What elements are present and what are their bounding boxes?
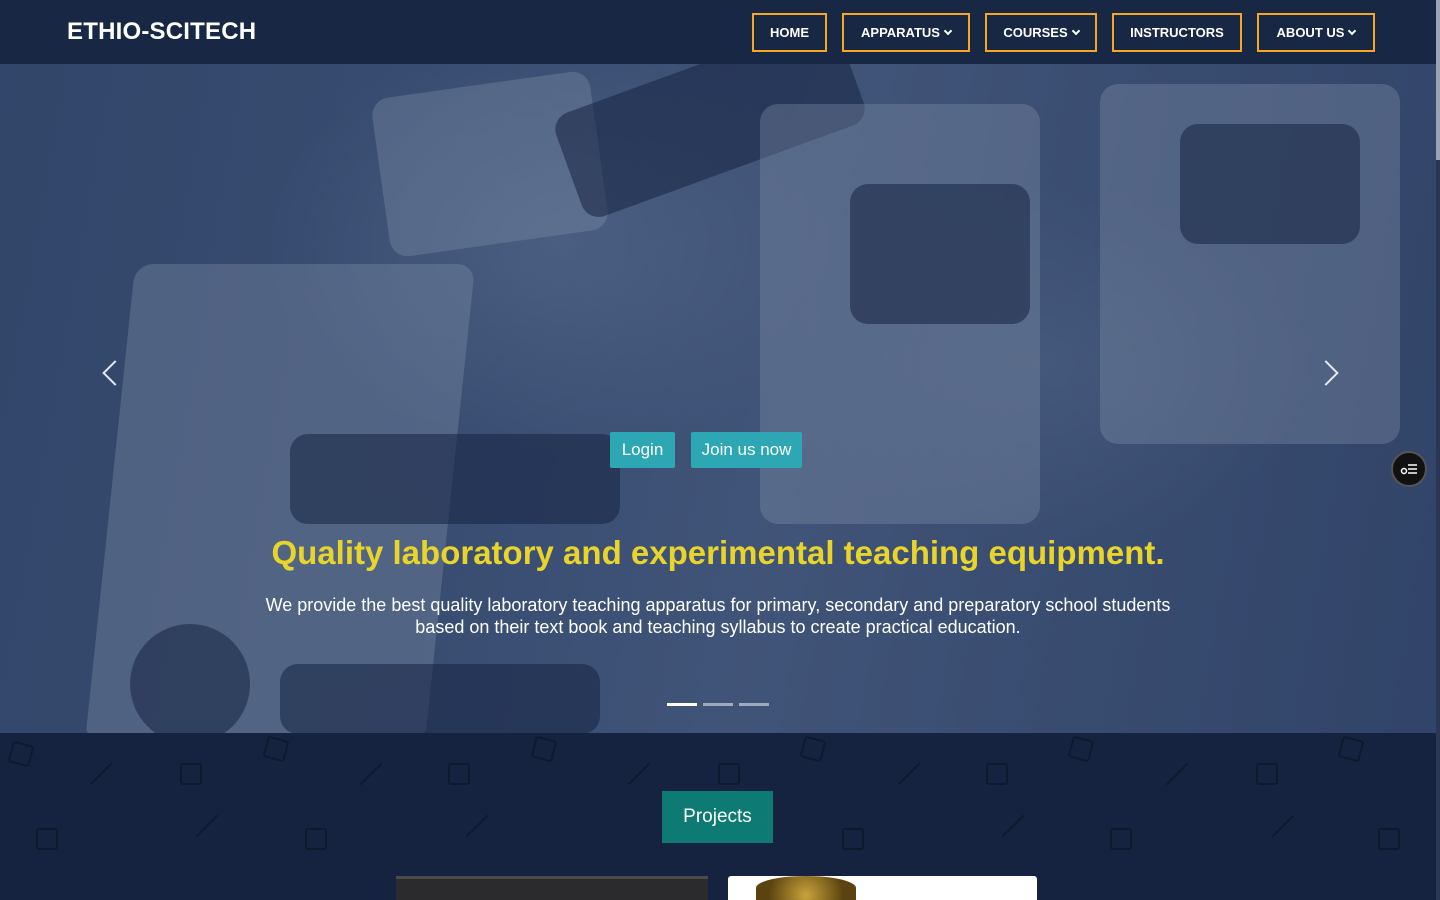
carousel-indicator[interactable]: [667, 703, 697, 706]
projects-button[interactable]: Projects: [662, 791, 773, 843]
carousel-indicator[interactable]: [739, 703, 769, 706]
ruler-icon: [89, 762, 113, 786]
brand-logo[interactable]: ETHIO-SCITECH: [67, 18, 256, 46]
nav-about-button[interactable]: ABOUT US: [1257, 13, 1375, 52]
calculator-icon: [448, 763, 470, 785]
cube-icon: [1378, 828, 1400, 850]
projects-section: Projects: [0, 733, 1436, 900]
nav-apparatus-button[interactable]: APPARATUS: [842, 13, 970, 52]
book-icon: [262, 735, 290, 763]
page-scrollbar[interactable]: [1436, 0, 1440, 900]
login-button[interactable]: Login: [610, 432, 675, 468]
book-icon: [799, 735, 827, 763]
nav-courses-label: COURSES: [1003, 25, 1068, 40]
hero-carousel: Login Join us now Quality laboratory and…: [0, 64, 1436, 733]
scrollbar-thumb[interactable]: [1436, 0, 1440, 160]
nav-apparatus-label: APPARATUS: [861, 25, 940, 40]
carousel-indicator[interactable]: [703, 703, 733, 706]
nav-instructors-label: INSTRUCTORS: [1130, 25, 1224, 40]
calculator-icon: [718, 763, 740, 785]
book-icon: [1337, 735, 1365, 763]
ruler-icon: [627, 762, 651, 786]
project-card[interactable]: [728, 876, 1037, 900]
book-icon: [7, 740, 35, 768]
cube-icon: [36, 828, 58, 850]
navbar: ETHIO-SCITECH HOME APPARATUS COURSES INS…: [0, 0, 1440, 64]
cube-icon: [1110, 828, 1132, 850]
pencil-icon: [1271, 814, 1295, 838]
settings-toggle-button[interactable]: [1391, 451, 1427, 487]
ruler-icon: [359, 762, 383, 786]
book-icon: [530, 735, 558, 763]
nav-courses-button[interactable]: COURSES: [985, 13, 1097, 52]
nav-instructors-button[interactable]: INSTRUCTORS: [1112, 13, 1242, 52]
ruler-icon: [897, 762, 921, 786]
pencil-icon: [1001, 814, 1025, 838]
sliders-icon: [1400, 464, 1417, 475]
hero-title: Quality laboratory and experimental teac…: [271, 534, 1165, 571]
nav-home-label: HOME: [770, 25, 809, 40]
ruler-icon: [1165, 762, 1189, 786]
join-button[interactable]: Join us now: [691, 432, 802, 468]
chevron-down-icon: [1071, 26, 1080, 35]
pencil-icon: [195, 814, 219, 838]
project-thumbnail: [756, 876, 856, 900]
calculator-icon: [1256, 763, 1278, 785]
hero-description: We provide the best quality laboratory t…: [265, 595, 1171, 637]
project-card[interactable]: [396, 876, 708, 900]
chevron-down-icon: [943, 26, 953, 35]
carousel-indicators: [667, 703, 769, 706]
book-icon: [1067, 735, 1095, 763]
nav-about-label: ABOUT US: [1276, 25, 1345, 40]
chevron-down-icon: [1348, 26, 1357, 35]
cube-icon: [842, 828, 864, 850]
pencil-icon: [465, 814, 489, 838]
calculator-icon: [986, 763, 1008, 785]
cube-icon: [305, 828, 327, 850]
calculator-icon: [180, 763, 202, 785]
nav-home-button[interactable]: HOME: [752, 13, 827, 52]
